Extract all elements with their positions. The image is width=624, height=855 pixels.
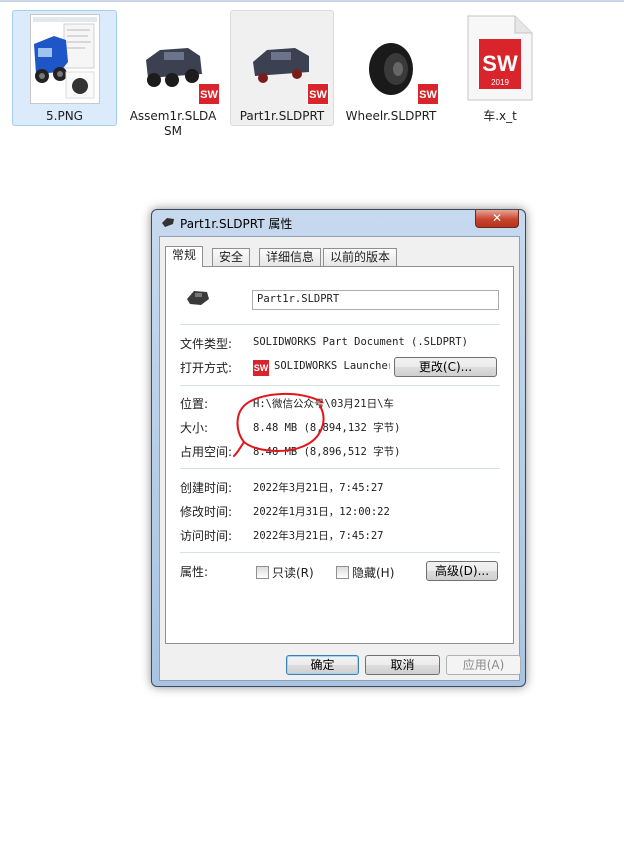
size-value: 8.48 MB (8,894,132 字节)	[253, 422, 401, 434]
size-on-disk-label: 占用空间:	[180, 445, 233, 459]
modified-value: 2022年1月31日，12:00:22	[253, 506, 390, 518]
ok-button[interactable]: 确定	[286, 655, 359, 675]
hidden-checkbox[interactable]	[336, 566, 349, 579]
solidworks-badge-icon: SW	[417, 83, 439, 105]
apply-button[interactable]: 应用(A)	[446, 655, 521, 675]
cancel-button[interactable]: 取消	[365, 655, 440, 675]
tab-security[interactable]: 安全	[212, 248, 251, 266]
hidden-label[interactable]: 隐藏(H)	[352, 564, 394, 581]
change-button[interactable]: 更改(C)...	[394, 357, 497, 377]
size-on-disk-value: 8.48 MB (8,896,512 字节)	[253, 446, 401, 458]
created-label: 创建时间:	[180, 481, 233, 495]
advanced-button[interactable]: 高级(D)...	[426, 561, 498, 581]
tab-previous-versions[interactable]: 以前的版本	[323, 248, 398, 266]
file-item-wheelr[interactable]: SW Wheelr.SLDPRT	[340, 10, 442, 126]
filename-field[interactable]: Part1r.SLDPRT	[252, 290, 499, 310]
file-name: Assem1r.SLDASM	[129, 109, 217, 138]
file-name: Wheelr.SLDPRT	[345, 109, 437, 123]
close-button[interactable]: ✕	[475, 210, 519, 228]
file-item-5png[interactable]: 5.PNG	[12, 10, 117, 126]
separator	[180, 385, 500, 386]
image-thumbnail-icon	[29, 14, 100, 104]
file-type-value: SOLIDWORKS Part Document (.SLDPRT)	[253, 336, 468, 348]
sw-year-text: 2019	[491, 78, 509, 87]
general-tab-panel: Part1r.SLDPRT 文件类型: SOLIDWORKS Part Docu…	[165, 266, 514, 644]
file-type-label: 文件类型:	[180, 337, 233, 351]
file-item-xt[interactable]: SW 2019 车.x_t	[450, 10, 550, 126]
dialog-titlebar[interactable]: Part1r.SLDPRT 属性 ✕	[152, 210, 525, 236]
location-label: 位置:	[180, 397, 209, 411]
solidworks-badge-icon: SW	[307, 83, 329, 105]
tab-general[interactable]: 常规	[165, 246, 204, 267]
accessed-value: 2022年3月21日，7:45:27	[253, 530, 384, 542]
file-name: 车.x_t	[483, 109, 517, 123]
open-with-label: 打开方式:	[180, 361, 233, 375]
dialog-client-area: 常规 安全 详细信息 以前的版本 Part1r.SLDPRT 文件类型: SOL…	[159, 236, 521, 681]
size-label: 大小:	[180, 421, 209, 435]
separator	[180, 324, 500, 325]
created-value: 2022年3月21日，7:45:27	[253, 482, 384, 494]
solidworks-document-icon: SW 2019	[467, 15, 533, 101]
separator	[180, 552, 500, 553]
file-name: Part1r.SLDPRT	[239, 109, 325, 123]
part-file-large-icon	[187, 291, 209, 305]
attributes-label: 属性:	[180, 565, 209, 579]
readonly-checkbox[interactable]	[256, 566, 269, 579]
part-file-icon	[162, 218, 174, 227]
accessed-label: 访问时间:	[180, 529, 233, 543]
readonly-label[interactable]: 只读(R)	[272, 564, 314, 581]
solidworks-launcher-icon: SW	[253, 360, 269, 376]
sw-logo-text: SW	[482, 51, 518, 76]
location-value: H:\微信公众号\03月21日\车	[253, 398, 394, 410]
file-name: 5.PNG	[46, 109, 83, 123]
modified-label: 修改时间:	[180, 505, 233, 519]
properties-dialog: Part1r.SLDPRT 属性 ✕ 常规 安全 详细信息 以前的版本 Part…	[151, 209, 526, 687]
solidworks-badge-icon: SW	[198, 83, 220, 105]
file-item-part1r[interactable]: SW Part1r.SLDPRT	[230, 10, 334, 126]
file-item-assem1r[interactable]: SW Assem1r.SLDASM	[121, 10, 225, 138]
dialog-title: Part1r.SLDPRT 属性	[180, 217, 293, 231]
open-with-value: SOLIDWORKS Launcher	[274, 360, 390, 372]
tab-details[interactable]: 详细信息	[259, 248, 322, 266]
separator	[180, 468, 500, 469]
window-top-edge	[0, 0, 624, 2]
